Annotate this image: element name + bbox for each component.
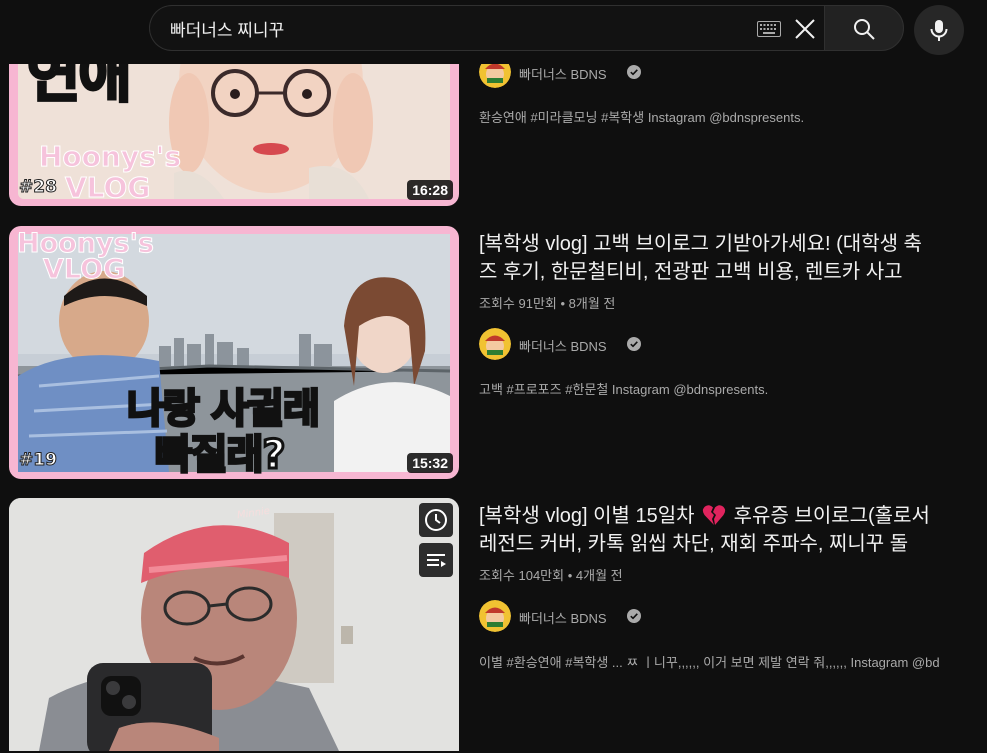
add-to-queue-button[interactable] <box>419 543 453 577</box>
video-metadata: 조회수 104만회 • 4개월 전 <box>479 565 623 584</box>
verified-icon <box>627 65 641 79</box>
thumbnail-caption-line2: 빠질래? <box>154 431 288 480</box>
search-box <box>149 5 824 51</box>
keyboard-icon[interactable] <box>757 21 781 37</box>
thumbnail-image <box>9 498 459 751</box>
verified-icon <box>627 337 641 351</box>
voice-search-button[interactable] <box>914 5 964 55</box>
video-description: 고백 #프로포즈 #한문철 Instagram @bdnspresents. <box>479 382 769 397</box>
meta-separator: • <box>560 296 569 311</box>
video-thumbnail[interactable]: Minnie <box>9 498 459 751</box>
thumbnail-badge: #19 <box>19 450 58 471</box>
channel-avatar <box>479 600 511 632</box>
thumbnail-logo-line2: VLOG <box>42 254 126 286</box>
video-title-line2: 레전드 커버, 카톡 읽씹 차단, 재회 주파수, 찌니꾸 돌 <box>479 533 909 555</box>
channel-name: 빠더너스 BDNS <box>519 339 607 354</box>
broken-heart-icon <box>702 505 726 525</box>
search-button[interactable] <box>824 5 904 51</box>
masthead <box>0 0 987 64</box>
video-result: Minnie [복학생 vlog] 이별 15일차 후유증 브이로그(홀로서 레… <box>0 498 987 753</box>
upload-age: 4개월 전 <box>575 568 623 583</box>
video-title-line1-rest: 후유증 브이로그(홀로서 <box>733 505 930 527</box>
view-count: 조회수 91만회 <box>479 296 557 311</box>
duration-badge: 15:32 <box>407 453 453 473</box>
meta-separator: • <box>567 568 576 583</box>
video-title-line1: [복학생 vlog] 이별 15일차 <box>479 505 695 527</box>
video-description: 환승연애 #미라클모닝 #복학생 Instagram @bdnspresents… <box>479 110 805 125</box>
search-icon <box>854 19 875 40</box>
search-input[interactable] <box>170 6 730 50</box>
video-title[interactable]: [복학생 vlog] 이별 15일차 후유증 브이로그(홀로서 레전드 커버, … <box>479 502 987 558</box>
video-title-line1: [복학생 vlog] 고백 브이로그 기받아가세요! (대학생 축 <box>479 233 922 255</box>
video-title-line2: 즈 후기, 한문철티비, 전광판 고백 비용, 렌트카 사고 <box>479 261 903 283</box>
video-result: Hoonys's VLOG 나랑 사귈래 빠질래? #19 15:32 [복학생… <box>0 226 987 486</box>
video-title-line1-wrap: [복학생 vlog] 이별 15일차 후유증 브이로그(홀로서 <box>479 502 987 530</box>
mic-icon <box>930 20 948 41</box>
video-thumbnail[interactable]: Hoonys's VLOG 나랑 사귈래 빠질래? #19 15:32 <box>9 226 459 479</box>
verified-icon <box>627 609 641 623</box>
channel-name: 빠더너스 BDNS <box>519 611 607 626</box>
thumbnail-logo-line1: Hoonys's <box>39 140 182 174</box>
channel-name: 빠더너스 BDNS <box>519 67 607 82</box>
video-metadata: 조회수 91만회 • 8개월 전 <box>479 293 615 312</box>
add-to-queue-icon <box>427 554 446 567</box>
upload-age: 8개월 전 <box>568 296 616 311</box>
view-count: 조회수 104만회 <box>479 568 565 583</box>
thumbnail-logo-line2: VLOG <box>64 171 151 205</box>
video-title[interactable]: [복학생 vlog] 고백 브이로그 기받아가세요! (대학생 축 즈 후기, … <box>479 230 987 286</box>
video-description: 이별 #환승연애 #복학생 ... ㅉ ㅣ니꾸,,,,,, 이거 보면 제발 연… <box>479 655 940 670</box>
clock-icon <box>425 509 447 531</box>
thumbnail-badge: #28 <box>19 177 58 198</box>
channel-avatar <box>479 328 511 360</box>
close-icon[interactable] <box>791 15 819 43</box>
watch-later-button[interactable] <box>419 503 453 537</box>
duration-badge: 16:28 <box>407 180 453 200</box>
